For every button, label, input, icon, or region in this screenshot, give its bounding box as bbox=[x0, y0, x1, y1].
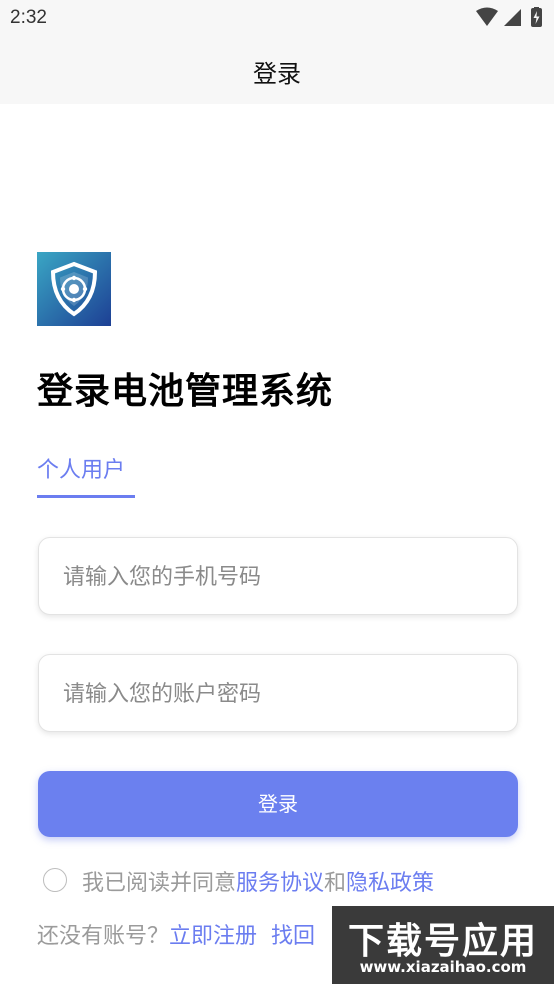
watermark: 下载号应用 www.xiazaihao.com bbox=[332, 906, 554, 984]
cellular-signal-icon bbox=[504, 9, 521, 26]
find-password-link[interactable]: 找回 bbox=[271, 924, 315, 949]
tab-active-indicator bbox=[37, 495, 135, 498]
agreement-text: 我已阅读并同意服务协议和隐私政策 bbox=[82, 865, 434, 897]
tab-personal-user[interactable]: 个人用户 bbox=[37, 452, 125, 484]
phone-field bbox=[38, 537, 518, 616]
wifi-icon bbox=[476, 7, 498, 26]
register-link[interactable]: 立即注册 bbox=[169, 924, 257, 949]
status-icons bbox=[476, 7, 546, 29]
bottom-links: 还没有账号？立即注册 找回 bbox=[37, 918, 315, 950]
watermark-url: www.xiazaihao.com bbox=[359, 958, 527, 976]
nav-bar: 登录 bbox=[0, 38, 554, 104]
page-title: 登录电池管理系统 bbox=[37, 371, 334, 412]
privacy-policy-link[interactable]: 隐私政策 bbox=[346, 871, 434, 896]
status-time: 2:32 bbox=[10, 7, 47, 28]
password-field bbox=[38, 654, 518, 733]
shield-logo-icon bbox=[37, 252, 111, 326]
phone-input[interactable] bbox=[61, 538, 495, 616]
battery-charging-icon bbox=[531, 7, 542, 27]
status-bar: 2:32 bbox=[0, 0, 554, 38]
service-agreement-link[interactable]: 服务协议 bbox=[236, 871, 324, 896]
agreement-checkbox[interactable] bbox=[43, 868, 67, 892]
agreement-and: 和 bbox=[324, 871, 347, 896]
login-button[interactable]: 登录 bbox=[38, 771, 518, 837]
watermark-title: 下载号应用 bbox=[347, 921, 538, 962]
agreement-prefix: 我已阅读并同意 bbox=[82, 871, 237, 896]
password-input[interactable] bbox=[61, 655, 495, 733]
nav-title: 登录 bbox=[253, 60, 301, 88]
no-account-text: 还没有账号？ bbox=[37, 924, 170, 949]
